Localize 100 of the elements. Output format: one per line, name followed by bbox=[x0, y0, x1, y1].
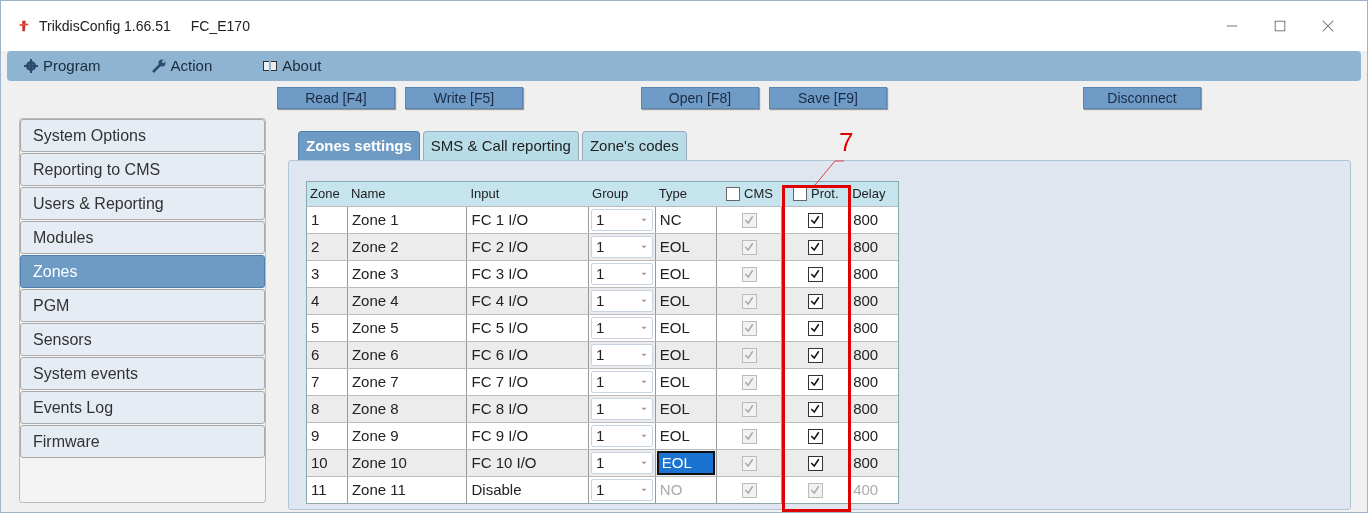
check-icon bbox=[809, 403, 822, 415]
header-checkbox[interactable] bbox=[726, 187, 741, 201]
type-cell[interactable]: EOL bbox=[656, 397, 715, 421]
check-icon bbox=[809, 430, 822, 442]
checkbox[interactable] bbox=[741, 212, 757, 228]
toolbar-button[interactable]: Open [F8] bbox=[641, 87, 759, 109]
book-icon bbox=[262, 58, 279, 74]
sidebar-item[interactable]: System events bbox=[20, 357, 265, 390]
column-header: CMS bbox=[744, 185, 773, 204]
toolbar-button[interactable]: Read [F4] bbox=[277, 87, 395, 109]
menu-item[interactable]: Program bbox=[23, 54, 101, 78]
check-icon bbox=[809, 214, 822, 226]
group-dropdown[interactable]: 1 bbox=[591, 425, 653, 447]
group-dropdown[interactable]: 1 bbox=[591, 398, 653, 420]
column-header: Name bbox=[349, 185, 387, 204]
type-cell[interactable]: EOL bbox=[656, 343, 715, 367]
device-name: FC_E170 bbox=[190, 16, 250, 36]
table-cell-text: 800 bbox=[852, 425, 880, 446]
column-header: Zone bbox=[309, 185, 341, 204]
leader-line bbox=[813, 159, 845, 187]
group-dropdown[interactable]: 1 bbox=[591, 236, 653, 258]
check-icon bbox=[743, 457, 755, 469]
type-cell[interactable]: EOL bbox=[656, 316, 715, 340]
sidebar-item[interactable]: Modules bbox=[20, 221, 265, 254]
checkbox[interactable] bbox=[807, 374, 823, 390]
sidebar-item[interactable]: Sensors bbox=[20, 323, 265, 356]
type-cell[interactable]: EOL bbox=[656, 451, 715, 475]
menu-item[interactable]: Action bbox=[150, 54, 213, 78]
type-cell[interactable]: EOL bbox=[656, 289, 715, 313]
sidebar-item[interactable]: Users & Reporting bbox=[20, 187, 265, 220]
group-dropdown[interactable]: 1 bbox=[591, 371, 653, 393]
group-dropdown[interactable]: 1 bbox=[591, 317, 653, 339]
checkbox[interactable] bbox=[741, 428, 757, 444]
checkbox[interactable] bbox=[807, 347, 823, 363]
checkbox[interactable] bbox=[741, 293, 757, 309]
sidebar-item[interactable]: Reporting to CMS bbox=[20, 153, 265, 186]
type-cell[interactable]: EOL bbox=[656, 235, 715, 259]
app-logo-icon bbox=[17, 19, 31, 33]
type-cell[interactable]: NC bbox=[656, 208, 715, 232]
checkbox[interactable] bbox=[807, 212, 823, 228]
table-cell-text: 800 bbox=[852, 398, 880, 419]
window-title: TrikdisConfig 1.66.51 bbox=[39, 16, 171, 36]
check-icon bbox=[809, 322, 822, 334]
sidebar-item[interactable]: Firmware bbox=[20, 425, 265, 458]
checkbox[interactable] bbox=[807, 428, 823, 444]
sidebar-item[interactable]: System Options bbox=[20, 119, 265, 152]
sidebar-item[interactable]: Events Log bbox=[20, 391, 265, 424]
checkbox[interactable] bbox=[807, 266, 823, 282]
toolbar-button[interactable]: Write [F5] bbox=[405, 87, 523, 109]
checkbox[interactable] bbox=[741, 320, 757, 336]
table-cell-text: 800 bbox=[852, 263, 880, 284]
check-icon bbox=[809, 241, 822, 253]
close-icon bbox=[1321, 19, 1335, 33]
table-cell-text: 800 bbox=[852, 236, 880, 257]
table-cell-text: 800 bbox=[852, 290, 880, 311]
tab[interactable]: SMS & Call reporting bbox=[422, 131, 579, 160]
table-cell-text: 800 bbox=[852, 317, 880, 338]
type-cell[interactable]: EOL bbox=[656, 262, 715, 286]
checkbox[interactable] bbox=[807, 455, 823, 471]
menu-item[interactable]: About bbox=[262, 54, 322, 78]
checkbox[interactable] bbox=[807, 293, 823, 309]
type-cell[interactable]: EOL bbox=[656, 424, 715, 448]
check-icon bbox=[743, 376, 755, 388]
group-dropdown[interactable]: 1 bbox=[591, 290, 653, 312]
group-dropdown[interactable]: 1 bbox=[591, 344, 653, 366]
table-cell: Disable bbox=[467, 477, 590, 503]
checkbox[interactable] bbox=[741, 266, 757, 282]
gear-icon bbox=[23, 58, 39, 74]
checkbox[interactable] bbox=[741, 455, 757, 471]
table-cell: 11 bbox=[307, 477, 348, 503]
callout-number: 7 bbox=[839, 129, 854, 155]
maximize-icon bbox=[1273, 19, 1287, 33]
toolbar-button[interactable]: Save [F9] bbox=[769, 87, 887, 109]
toolbar-button[interactable]: Disconnect bbox=[1083, 87, 1201, 109]
checkbox[interactable] bbox=[807, 239, 823, 255]
check-icon bbox=[809, 484, 822, 496]
check-icon bbox=[743, 214, 755, 226]
checkbox[interactable] bbox=[807, 401, 823, 417]
table-cell-text: 400 bbox=[852, 479, 880, 500]
column-header: Input bbox=[469, 185, 501, 204]
group-dropdown[interactable]: 1 bbox=[591, 263, 653, 285]
tab[interactable]: Zone's codes bbox=[581, 131, 687, 160]
table-cell-text: 800 bbox=[852, 209, 880, 230]
column-header: Group bbox=[591, 185, 630, 204]
check-icon bbox=[743, 484, 755, 496]
table-cell-text: 800 bbox=[852, 371, 880, 392]
column-header: Type bbox=[657, 185, 688, 204]
check-icon bbox=[743, 295, 755, 307]
check-icon bbox=[809, 457, 822, 469]
checkbox[interactable] bbox=[741, 401, 757, 417]
checkbox[interactable] bbox=[807, 320, 823, 336]
check-icon bbox=[743, 241, 755, 253]
checkbox[interactable] bbox=[741, 374, 757, 390]
column-header: Delay bbox=[851, 185, 887, 204]
checkbox[interactable] bbox=[741, 239, 757, 255]
group-dropdown[interactable]: 1 bbox=[591, 452, 653, 474]
group-dropdown[interactable]: 1 bbox=[591, 209, 653, 231]
sidebar-item[interactable]: PGM bbox=[20, 289, 265, 322]
checkbox[interactable] bbox=[741, 347, 757, 363]
type-cell[interactable]: EOL bbox=[656, 370, 715, 394]
